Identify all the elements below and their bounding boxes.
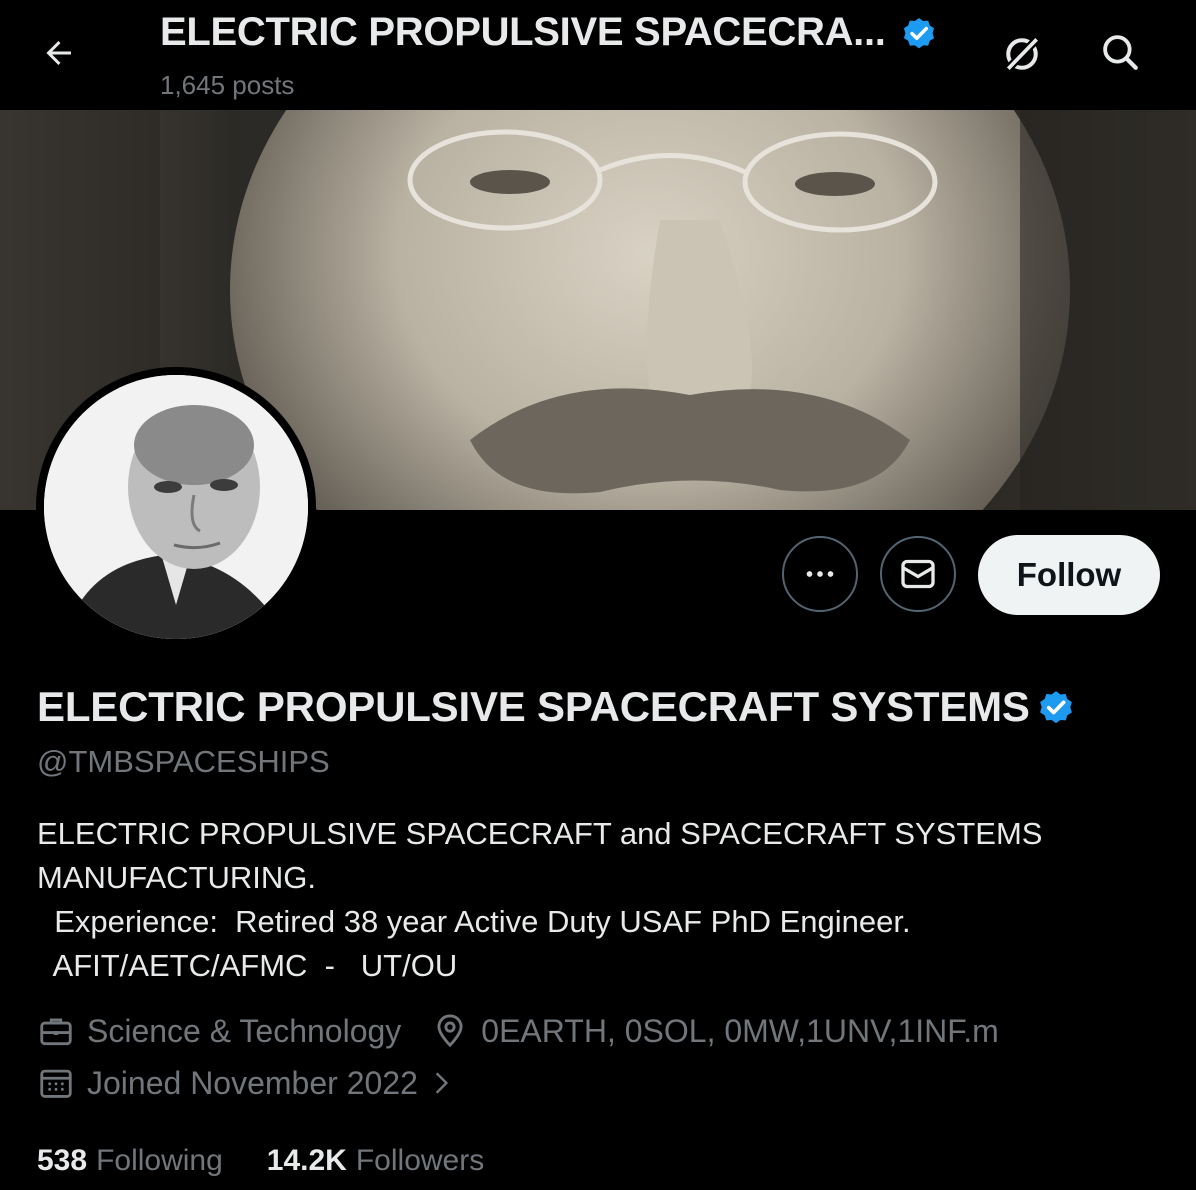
- joined-row[interactable]: Joined November 2022: [37, 1064, 454, 1102]
- following-count: 538: [37, 1144, 88, 1177]
- following-link[interactable]: 538 Following: [37, 1144, 223, 1178]
- more-dots-icon: [806, 571, 834, 577]
- back-button[interactable]: [36, 30, 82, 76]
- arrow-left-icon: [46, 41, 71, 65]
- briefcase-icon: [37, 1012, 75, 1050]
- profile-avatar[interactable]: [36, 367, 316, 647]
- profile-meta: Science & Technology 0EARTH, 0SOL, 0MW,1…: [37, 1012, 999, 1050]
- user-handle: @TMBSPACESHIPS: [37, 744, 330, 779]
- verified-badge-icon[interactable]: [1036, 687, 1076, 727]
- chevron-right-icon: [428, 1068, 454, 1098]
- envelope-icon: [901, 559, 935, 589]
- search-icon: [1103, 35, 1138, 70]
- grok-icon: [1004, 35, 1041, 73]
- joined-date: Joined November 2022: [87, 1064, 418, 1101]
- header-title-row: ELECTRIC PROPULSIVE SPACECRA...: [160, 10, 938, 55]
- bio-line: ELECTRIC PROPULSIVE SPACECRAFT and SPACE…: [37, 816, 1043, 851]
- verified-badge-icon: [903, 17, 934, 48]
- calendar-icon: [37, 1064, 75, 1102]
- display-name: ELECTRIC PROPULSIVE SPACECRAFT SYSTEMS: [37, 683, 1030, 730]
- bio-line: Experience: Retired 38 year Active Duty …: [37, 904, 911, 939]
- message-button[interactable]: [880, 536, 956, 612]
- more-options-button[interactable]: [782, 536, 858, 612]
- followers-label: Followers: [355, 1144, 485, 1177]
- grok-button[interactable]: [996, 28, 1048, 80]
- follow-stats: 538 Following 14.2K Followers: [37, 1144, 484, 1178]
- location-pin-icon: [431, 1012, 469, 1050]
- followers-link[interactable]: 14.2K Followers: [267, 1144, 484, 1178]
- header-title: ELECTRIC PROPULSIVE SPACECRA...: [160, 10, 886, 54]
- bio-line: MANUFACTURING.: [37, 860, 316, 895]
- follow-button[interactable]: Follow: [978, 535, 1160, 615]
- display-name-row: ELECTRIC PROPULSIVE SPACECRAFT SYSTEMS: [37, 683, 1076, 731]
- post-count: 1,645 posts: [160, 70, 295, 100]
- following-label: Following: [96, 1144, 223, 1177]
- profile-category: Science & Technology: [87, 1012, 402, 1049]
- search-button[interactable]: [1094, 26, 1146, 78]
- profile-location: 0EARTH, 0SOL, 0MW,1UNV,1INF.m: [481, 1012, 999, 1049]
- bio-line: AFIT/AETC/AFMC - UT/OU: [37, 948, 458, 983]
- avatar-photo: [44, 375, 308, 639]
- top-bar: ELECTRIC PROPULSIVE SPACECRA... 1,645 po…: [0, 0, 1196, 110]
- profile-bio: ELECTRIC PROPULSIVE SPACECRAFT and SPACE…: [37, 812, 1157, 988]
- followers-count: 14.2K: [266, 1144, 347, 1177]
